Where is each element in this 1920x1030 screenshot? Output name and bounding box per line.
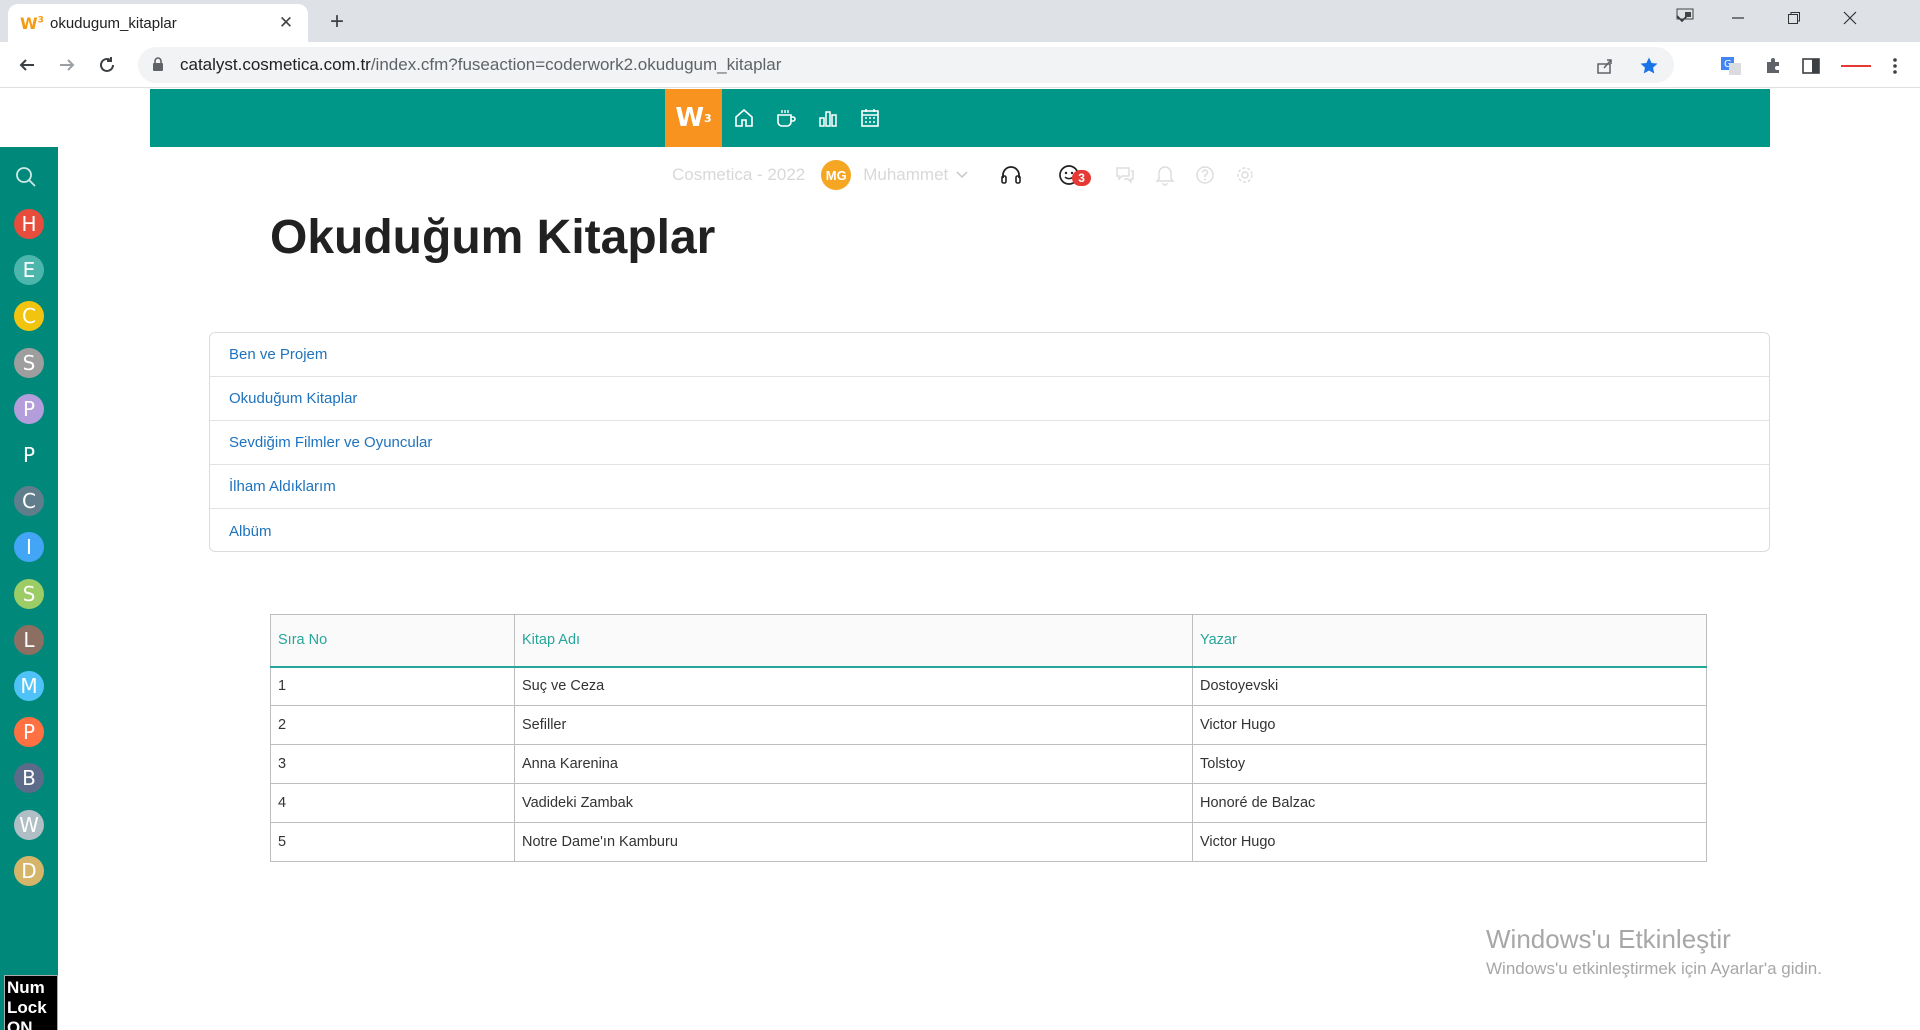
- cell-yazar: Victor Hugo: [1192, 822, 1707, 862]
- notification-badge: 3: [1072, 170, 1091, 186]
- extensions-puzzle-icon[interactable]: [1760, 54, 1786, 78]
- gear-icon[interactable]: [1232, 162, 1258, 188]
- cell-kitap-adi: Sefiller: [514, 705, 1193, 745]
- tab-close-icon[interactable]: ✕: [276, 13, 296, 33]
- username[interactable]: Muhammet: [863, 165, 948, 185]
- sidebar-app-c[interactable]: C: [14, 301, 44, 332]
- sidebar-app-s[interactable]: S: [14, 578, 44, 609]
- app-logo[interactable]: W3: [665, 89, 722, 147]
- chevron-down-icon[interactable]: [956, 168, 968, 182]
- menu-item-okudugum-kitaplar[interactable]: Okuduğum Kitaplar: [210, 377, 1769, 421]
- url-text: catalyst.cosmetica.com.tr/index.cfm?fuse…: [180, 55, 782, 74]
- search-icon[interactable]: [14, 165, 42, 193]
- menu-item-ben-ve-projem[interactable]: Ben ve Projem: [210, 333, 1769, 377]
- new-tab-button[interactable]: +: [322, 8, 352, 38]
- reload-icon[interactable]: [92, 50, 122, 80]
- left-sidebar: HECSPPCISLMPBWD Num Lock ON: [0, 147, 58, 1030]
- cell-yazar: Honoré de Balzac: [1192, 783, 1707, 823]
- browser-menu-icon[interactable]: [1882, 54, 1908, 78]
- watermark-subtitle: Windows'u etkinleştirmek için Ayarlar'a …: [1486, 959, 1822, 978]
- forward-icon[interactable]: [52, 50, 82, 80]
- cosmetica-extension-icon[interactable]: [1838, 54, 1874, 78]
- table-row: 4 Vadideki Zambak Honoré de Balzac: [270, 783, 1707, 823]
- bell-icon[interactable]: [1152, 162, 1178, 188]
- cell-yazar: Victor Hugo: [1192, 705, 1707, 745]
- sidebar-app-l[interactable]: L: [14, 624, 44, 655]
- column-header-sira-no[interactable]: Sıra No: [270, 614, 515, 668]
- browser-tabstrip: W3 okudugum_kitaplar ✕ +: [0, 0, 1920, 42]
- cell-sira-no: 3: [270, 744, 515, 784]
- sidebar-app-h[interactable]: H: [14, 209, 44, 239]
- menu-item-ilham-aldiklarim[interactable]: İlham Aldıklarım: [210, 465, 1769, 509]
- user-bar: Cosmetica - 2022 MG Muhammet 3: [672, 160, 1272, 190]
- page-title: Okuduğum Kitaplar: [270, 211, 716, 264]
- back-icon[interactable]: [12, 50, 42, 80]
- tab-favicon-icon: W3: [20, 13, 44, 33]
- column-header-kitap-adi[interactable]: Kitap Adı: [514, 614, 1193, 668]
- minimize-icon[interactable]: [1710, 0, 1766, 36]
- home-icon[interactable]: [732, 106, 756, 130]
- period-label[interactable]: Cosmetica - 2022: [672, 165, 805, 185]
- table-row: 1 Suç ve Ceza Dostoyevski: [270, 666, 1707, 706]
- column-header-yazar[interactable]: Yazar: [1192, 614, 1707, 668]
- sidebar-app-w[interactable]: W: [14, 809, 44, 840]
- watermark-title: Windows'u Etkinleştir: [1486, 924, 1731, 954]
- windows-activation-watermark: Windows'u Etkinleştir Windows'u etkinleş…: [1486, 924, 1822, 979]
- side-panel-icon[interactable]: [1798, 54, 1824, 78]
- cell-yazar: Tolstoy: [1192, 744, 1707, 784]
- bookmark-star-icon[interactable]: [1638, 55, 1660, 77]
- sidebar-app-b[interactable]: B: [14, 763, 44, 794]
- cast-icon[interactable]: [1676, 8, 1694, 27]
- cell-sira-no: 2: [270, 705, 515, 745]
- help-icon[interactable]: [1192, 162, 1218, 188]
- numlock-indicator: Num Lock ON: [4, 975, 58, 1030]
- chat-icon[interactable]: [1112, 162, 1138, 188]
- cell-sira-no: 1: [270, 666, 515, 706]
- cell-kitap-adi: Notre Dame'ın Kamburu: [514, 822, 1193, 862]
- avatar[interactable]: MG: [821, 160, 852, 190]
- restore-icon[interactable]: [1766, 0, 1822, 36]
- cell-kitap-adi: Vadideki Zambak: [514, 783, 1193, 823]
- coffee-cup-icon[interactable]: [774, 106, 798, 130]
- sidebar-app-m[interactable]: M: [14, 671, 44, 701]
- table-header-row: Sıra No Kitap Adı Yazar: [270, 614, 1707, 668]
- menu-item-sevdigim-filmler[interactable]: Sevdiğim Filmler ve Oyuncular: [210, 421, 1769, 465]
- menu-item-album[interactable]: Albüm: [210, 509, 1769, 553]
- table-row: 3 Anna Karenina Tolstoy: [270, 744, 1707, 784]
- sidebar-app-c[interactable]: C: [14, 486, 44, 517]
- table-row: 5 Notre Dame'ın Kamburu Victor Hugo: [270, 822, 1707, 862]
- sidebar-app-p[interactable]: P: [14, 393, 44, 424]
- sidebar-app-s[interactable]: S: [14, 347, 44, 378]
- close-window-icon[interactable]: [1822, 0, 1878, 36]
- sidebar-app-p[interactable]: P: [14, 717, 44, 748]
- cell-sira-no: 4: [270, 783, 515, 823]
- cell-kitap-adi: Suç ve Ceza: [514, 666, 1193, 706]
- sidebar-app-i[interactable]: I: [14, 532, 44, 563]
- browser-tab[interactable]: W3 okudugum_kitaplar ✕: [8, 4, 308, 42]
- cell-sira-no: 5: [270, 822, 515, 862]
- address-bar[interactable]: catalyst.cosmetica.com.tr/index.cfm?fuse…: [138, 47, 1674, 83]
- books-table: Sıra No Kitap Adı Yazar 1 Suç ve Ceza Do…: [270, 614, 1707, 862]
- sidebar-app-e[interactable]: E: [14, 255, 44, 286]
- smiley-icon[interactable]: 3: [1056, 162, 1091, 188]
- calendar-icon[interactable]: [858, 106, 882, 130]
- browser-toolbar: catalyst.cosmetica.com.tr/index.cfm?fuse…: [0, 42, 1920, 88]
- cell-kitap-adi: Anna Karenina: [514, 744, 1193, 784]
- cell-yazar: Dostoyevski: [1192, 666, 1707, 706]
- sidebar-app-p[interactable]: P: [14, 440, 44, 470]
- headset-icon[interactable]: [998, 162, 1024, 188]
- tab-title: okudugum_kitaplar: [50, 14, 177, 32]
- table-row: 2 Sefiller Victor Hugo: [270, 705, 1707, 745]
- sidebar-app-d[interactable]: D: [14, 855, 44, 886]
- translate-extension-icon[interactable]: G: [1718, 54, 1744, 78]
- app-header: W3: [150, 89, 1770, 147]
- bar-chart-icon[interactable]: [816, 106, 840, 130]
- share-icon[interactable]: [1594, 55, 1616, 77]
- profile-menu: Ben ve Projem Okuduğum Kitaplar Sevdiğim…: [209, 332, 1770, 552]
- lock-icon[interactable]: [152, 57, 166, 73]
